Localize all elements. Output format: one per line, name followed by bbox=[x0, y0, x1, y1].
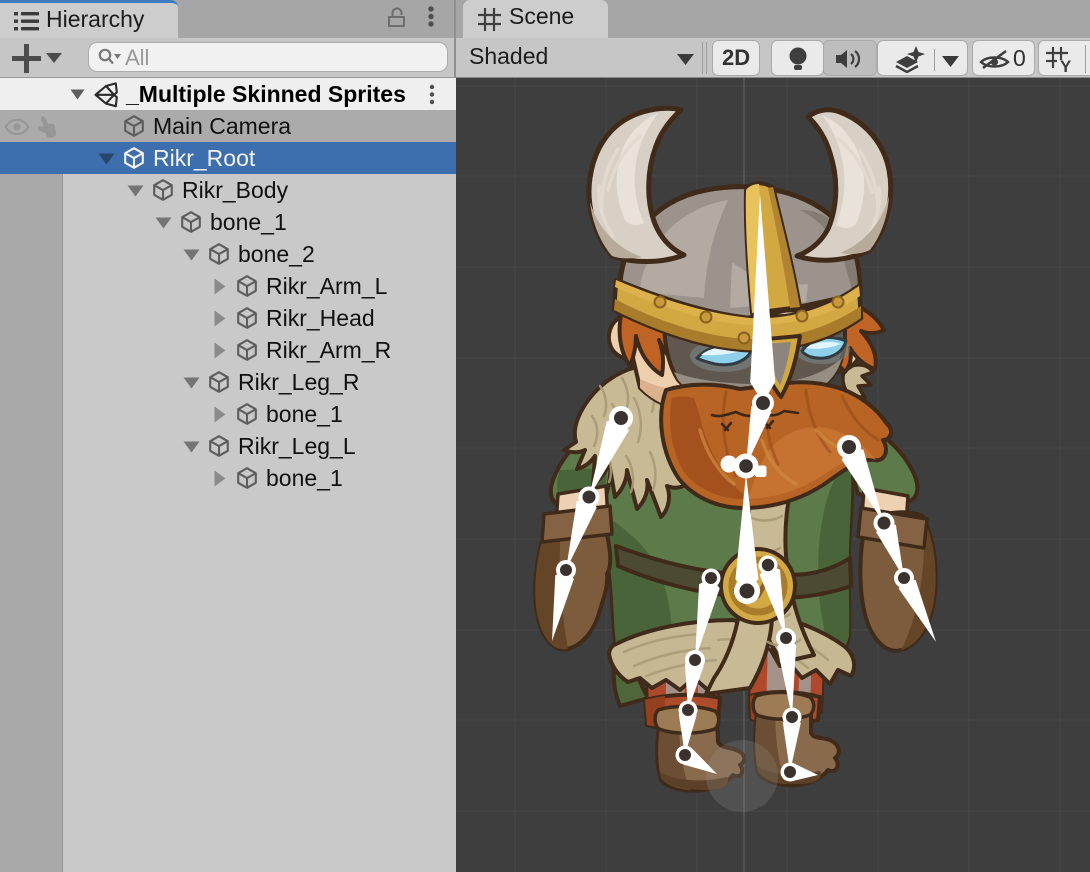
svg-text:Y: Y bbox=[1060, 57, 1072, 73]
